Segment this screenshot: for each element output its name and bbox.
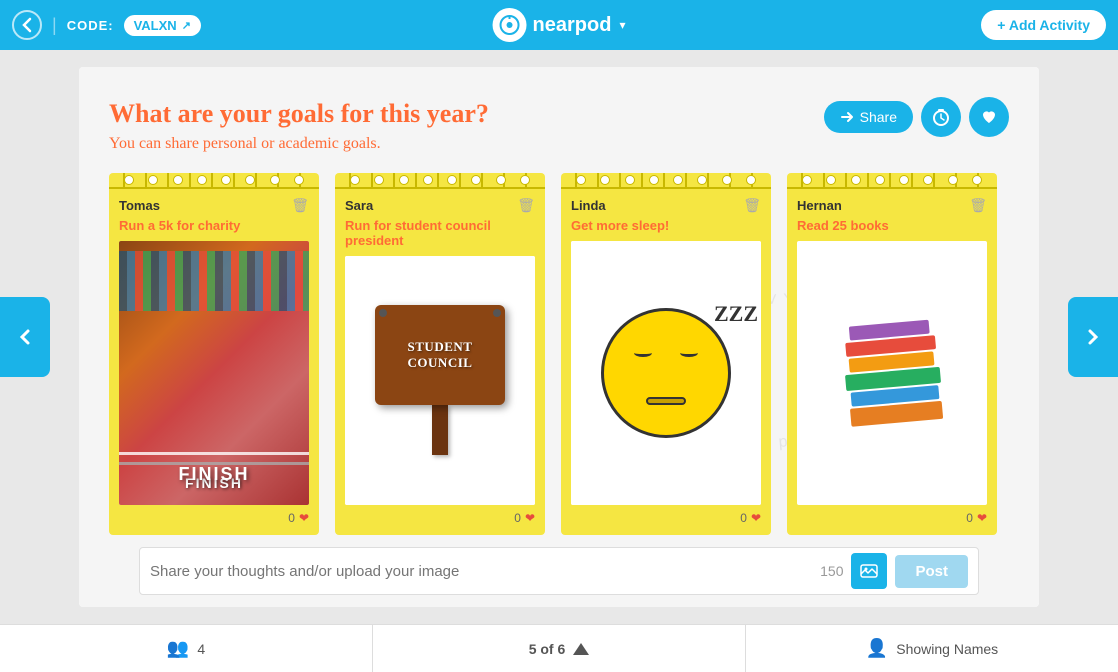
sign-post	[432, 405, 448, 455]
student-count: 4	[197, 641, 205, 657]
card-sara: Sara 🗑 Run for student council president…	[335, 173, 545, 535]
bottom-bar: 👥 4 5 of 6 👤 Showing Names	[0, 624, 1118, 672]
like-count-2: 0	[514, 511, 521, 525]
nav-center: nearpod ▾	[493, 8, 626, 42]
next-slide-button[interactable]	[1068, 297, 1118, 377]
card-name-4: Hernan	[797, 198, 842, 213]
timer-button[interactable]	[921, 97, 961, 137]
card-image-1: FINISH	[119, 241, 309, 505]
code-label: CODE:	[67, 18, 114, 33]
input-bar: 150 Post	[139, 547, 979, 595]
card-delete-3[interactable]: 🗑	[743, 197, 761, 214]
card-name-2: Sara	[345, 198, 373, 213]
heart-icon-4: ❤	[977, 511, 987, 525]
card-header-4: Hernan 🗑	[797, 197, 987, 214]
nav-left: | CODE: VALXN ↗	[12, 10, 201, 40]
char-count: 150	[820, 563, 843, 579]
slide-title: What are your goals for this year?	[109, 97, 489, 131]
card-delete-4[interactable]: 🗑	[969, 197, 987, 214]
slide-content: What are your goals for this year? You c…	[79, 67, 1039, 607]
card-header-1: Tomas 🗑	[119, 197, 309, 214]
card-image-3: ZZZ	[571, 241, 761, 505]
dropdown-caret-icon[interactable]: ▾	[619, 18, 625, 32]
zzz-text: ZZZ	[714, 301, 758, 327]
card-image-2: STUDENT COUNCIL	[345, 256, 535, 505]
like-count-3: 0	[740, 511, 747, 525]
card-footer-4: 0 ❤	[797, 511, 987, 525]
card-footer-2: 0 ❤	[345, 511, 535, 525]
prev-slide-button[interactable]	[0, 297, 50, 377]
card-footer-3: 0 ❤	[571, 511, 761, 525]
card-image-4	[797, 241, 987, 505]
code-value: VALXN	[134, 18, 177, 33]
sign-text: STUDENT COUNCIL	[375, 339, 505, 373]
code-badge[interactable]: VALXN ↗	[124, 15, 201, 36]
card-goal-4: Read 25 books	[797, 218, 987, 233]
post-button[interactable]: Post	[895, 555, 968, 588]
external-link-icon: ↗	[182, 19, 191, 32]
card-footer-1: 0 ❤	[119, 511, 309, 525]
heart-icon-1: ❤	[299, 511, 309, 525]
students-section: 👥 4	[0, 625, 373, 672]
showing-names-label: Showing Names	[896, 641, 998, 657]
share-label: Share	[860, 109, 897, 125]
card-delete-2[interactable]: 🗑	[517, 197, 535, 214]
main-area: I HAVE limits ✓ vois battles passion cou…	[0, 50, 1118, 624]
person-icon: 👤	[866, 638, 888, 659]
spiral-holes-4	[787, 173, 997, 187]
page-info: 5 of 6	[529, 641, 566, 657]
slide-subtitle: You can share personal or academic goals…	[109, 135, 489, 153]
page-section: 5 of 6	[373, 625, 746, 672]
nav-divider: |	[52, 15, 57, 36]
card-header-3: Linda 🗑	[571, 197, 761, 214]
top-navigation: | CODE: VALXN ↗ nearpod ▾ + Add Activity	[0, 0, 1118, 50]
thought-input[interactable]	[150, 563, 812, 580]
card-header-2: Sara 🗑	[345, 197, 535, 214]
card-tomas: Tomas 🗑 Run a 5k for charity FINISH	[109, 173, 319, 535]
back-button[interactable]	[12, 10, 42, 40]
card-name-3: Linda	[571, 198, 606, 213]
add-activity-button[interactable]: + Add Activity	[981, 10, 1106, 40]
card-goal-3: Get more sleep!	[571, 218, 761, 233]
logo-text: nearpod	[533, 14, 612, 37]
up-arrow-icon[interactable]	[573, 643, 589, 655]
card-goal-1: Run a 5k for charity	[119, 218, 309, 233]
spiral-holes-2	[335, 173, 545, 187]
like-count-1: 0	[288, 511, 295, 525]
favorite-button[interactable]	[969, 97, 1009, 137]
share-button[interactable]: Share	[824, 101, 913, 133]
card-delete-1[interactable]: 🗑	[291, 197, 309, 214]
like-count-4: 0	[966, 511, 973, 525]
heart-icon-2: ❤	[525, 511, 535, 525]
spiral-holes-3	[561, 173, 771, 187]
showing-names-section: 👤 Showing Names	[746, 625, 1118, 672]
spiral-holes-1	[109, 173, 319, 187]
logo-icon	[493, 8, 527, 42]
slide-container: I HAVE limits ✓ vois battles passion cou…	[79, 67, 1039, 607]
card-name-1: Tomas	[119, 198, 160, 213]
slide-header: What are your goals for this year? You c…	[109, 97, 1009, 153]
card-linda: Linda 🗑 Get more sleep!	[561, 173, 771, 535]
card-goal-2: Run for student council president	[345, 218, 535, 248]
slide-title-area: What are your goals for this year? You c…	[109, 97, 489, 153]
heart-icon-3: ❤	[751, 511, 761, 525]
student-council-sign: STUDENT COUNCIL	[375, 305, 505, 405]
slide-actions: Share	[824, 97, 1009, 137]
books-stack	[840, 319, 943, 427]
card-hernan: Hernan 🗑 Read 25 books	[787, 173, 997, 535]
students-icon: 👥	[167, 638, 189, 659]
sleep-emoji: ZZZ	[601, 308, 731, 438]
cards-row: Tomas 🗑 Run a 5k for charity FINISH	[109, 173, 1009, 535]
image-upload-button[interactable]	[851, 553, 887, 589]
